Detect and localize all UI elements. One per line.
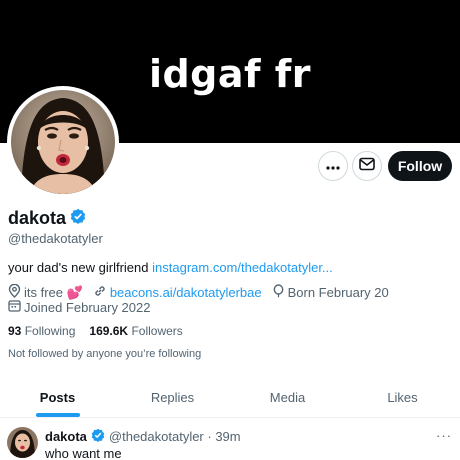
joined-item: Joined February 2022 [8,299,150,315]
tweet-more-button[interactable]: ··· [436,428,452,443]
tab-replies-label: Replies [150,390,195,405]
followers-label: Followers [131,324,183,338]
tab-media-label: Media [269,390,306,405]
more-icon [326,157,340,175]
display-name: dakota [8,208,67,228]
tab-posts[interactable]: Posts [0,378,115,417]
profile-tabs: Posts Replies Media Likes [0,378,460,418]
follow-button[interactable]: Follow [388,151,452,181]
birthday-text: Born February 20 [287,285,389,300]
tweet-avatar[interactable] [7,427,38,458]
tab-media[interactable]: Media [230,378,345,417]
tweet-text: who want me [45,446,122,460]
tab-likes-label: Likes [387,390,418,405]
following-count: 93 [8,324,22,338]
tab-replies[interactable]: Replies [115,378,230,417]
active-tab-indicator [35,413,80,417]
bio-text: your dad's new girlfriend [8,260,153,275]
mail-icon [359,157,375,176]
more-options-button[interactable] [318,151,348,181]
tab-likes[interactable]: Likes [345,378,460,417]
tweet-handle-time: @thedakotatyler · 39m [108,429,241,444]
profile-joined-row: Joined February 2022 [8,299,150,315]
calendar-icon [8,299,21,315]
message-button[interactable] [352,151,382,181]
tweet-header: dakota @thedakotatyler · 39m [45,428,241,445]
profile-avatar[interactable] [7,86,119,198]
birthday-item: Born February 20 [272,284,389,301]
profile-name-row: dakota [8,208,86,229]
not-followed-note: Not followed by anyone you’re following [8,348,202,360]
profile-bio: your dad's new girlfriend instagram.com/… [8,260,333,275]
profile-handle: @thedakotatyler [8,231,103,246]
verified-badge-icon [91,428,105,445]
following-stat[interactable]: 93 Following [8,324,75,338]
verified-badge-icon [70,208,86,229]
joined-text: Joined February 2022 [24,299,151,315]
tab-posts-label: Posts [39,390,76,405]
followers-stat[interactable]: 169.6K Followers [89,324,182,338]
bio-link[interactable]: instagram.com/thedakotatyler... [152,260,333,275]
follow-stats: 93 Following 169.6K Followers [8,324,183,338]
followers-count: 169.6K [89,324,129,338]
following-label: Following [24,324,76,338]
website-link[interactable]: beacons.ai/dakotatylerbae [110,285,262,300]
birthday-icon [272,284,285,301]
avatar-photo [11,90,115,194]
tweet-author-name[interactable]: dakota [45,429,87,444]
